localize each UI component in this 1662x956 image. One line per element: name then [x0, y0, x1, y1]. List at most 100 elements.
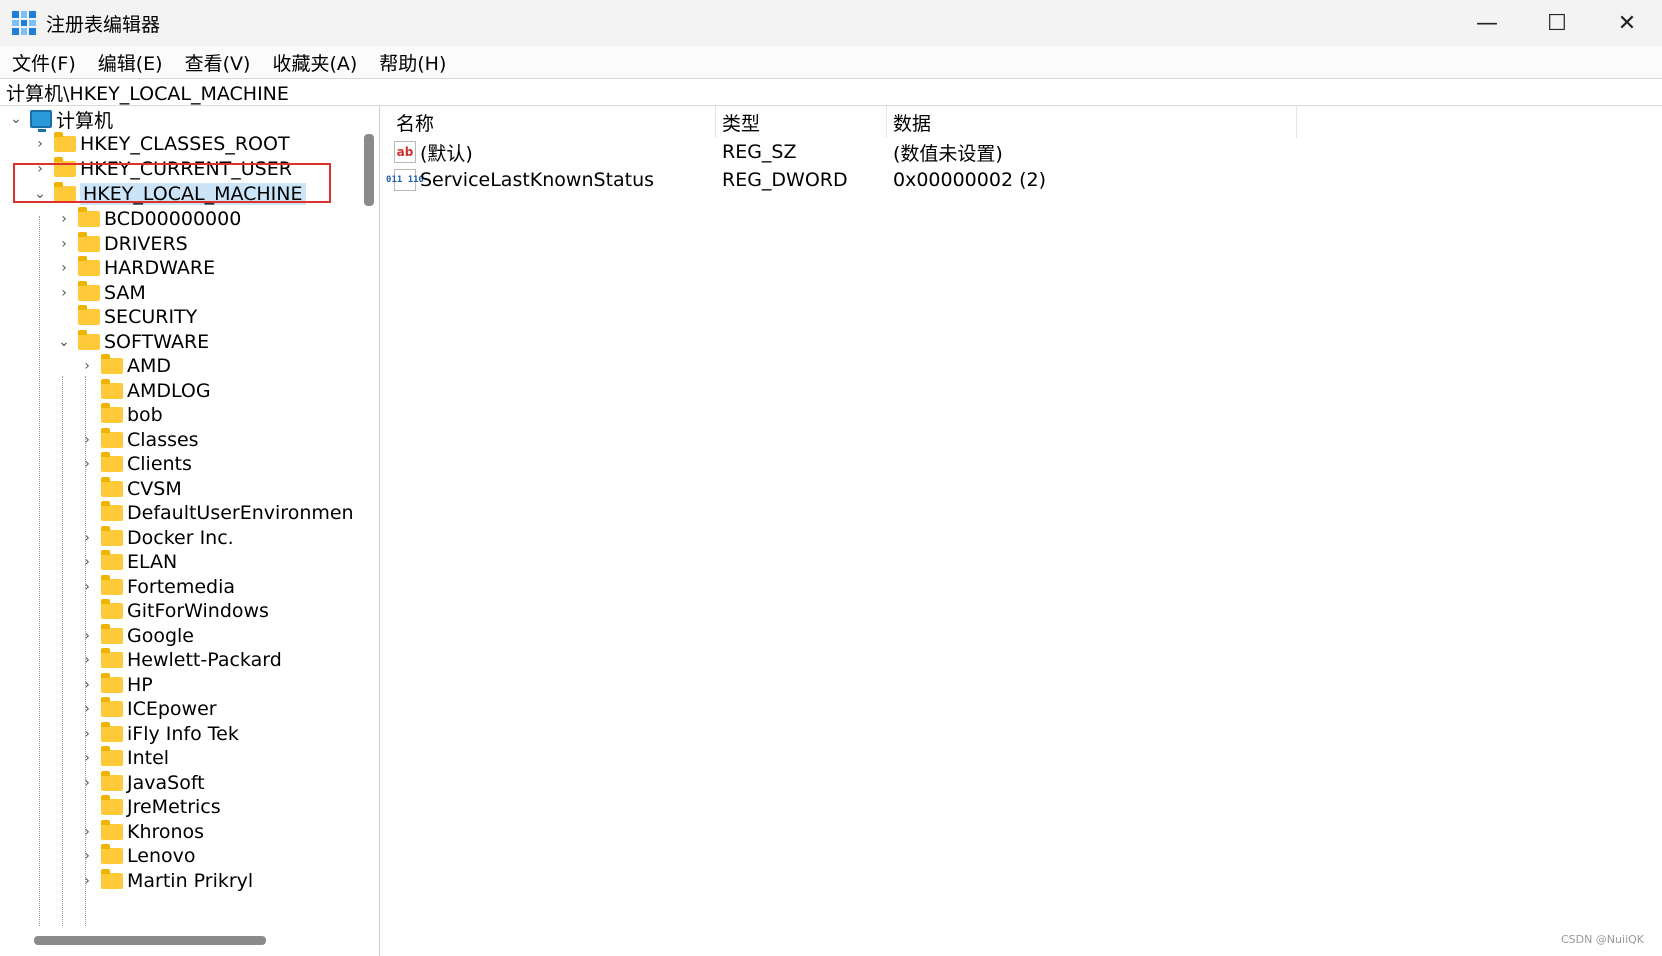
- chevron-right-icon[interactable]: ›: [79, 456, 95, 472]
- chevron-right-icon[interactable]: ›: [79, 726, 95, 742]
- chevron-right-icon[interactable]: ›: [79, 701, 95, 717]
- tree-node[interactable]: › Classes: [79, 427, 199, 453]
- tree-node[interactable]: › Khronos: [79, 819, 204, 845]
- chevron-right-icon[interactable]: ›: [79, 873, 95, 889]
- list-header: 名称 类型 数据: [390, 106, 1297, 138]
- close-button[interactable]: ✕: [1592, 0, 1662, 46]
- folder-icon: [101, 746, 123, 766]
- tree-node[interactable]: › Docker Inc.: [79, 525, 234, 551]
- tree-node[interactable]: ⌄ SOFTWARE: [56, 329, 209, 355]
- tree-node[interactable]: › Google: [79, 623, 194, 649]
- folder-icon: [101, 354, 123, 374]
- menu-file[interactable]: 文件(F): [12, 49, 76, 76]
- tree-label: Lenovo: [127, 845, 196, 867]
- tree-label: AMDLOG: [127, 379, 211, 402]
- tree-node[interactable]: › Lenovo: [79, 843, 195, 869]
- address-bar[interactable]: 计算机\HKEY_LOCAL_MACHINE: [0, 78, 1662, 106]
- chevron-down-icon[interactable]: ⌄: [56, 334, 72, 350]
- chevron-right-icon[interactable]: ›: [79, 848, 95, 864]
- tree-node[interactable]: › AMD: [79, 353, 171, 379]
- folder-icon: [78, 207, 100, 227]
- tree-node[interactable]: CVSM: [79, 476, 182, 502]
- address-path[interactable]: 计算机\HKEY_LOCAL_MACHINE: [6, 79, 289, 106]
- tree-node-hkey-classes-root[interactable]: › HKEY_CLASSES_ROOT: [32, 131, 290, 157]
- chevron-right-icon[interactable]: ›: [79, 554, 95, 570]
- maximize-button[interactable]: ☐: [1522, 0, 1592, 46]
- value-row[interactable]: 011 110 ServiceLastKnownStatus REG_DWORD…: [386, 166, 1297, 194]
- menu-view[interactable]: 查看(V): [185, 49, 251, 76]
- folder-icon: [101, 574, 123, 595]
- tree-node[interactable]: JreMetrics: [79, 794, 221, 820]
- scrollbar-thumb[interactable]: [364, 134, 374, 206]
- column-header-data[interactable]: 数据: [887, 106, 1297, 138]
- chevron-right-icon[interactable]: ›: [79, 432, 95, 448]
- menu-favorites[interactable]: 收藏夹(A): [272, 49, 357, 76]
- tree-node[interactable]: SECURITY: [56, 304, 197, 330]
- tree-label: bob: [127, 404, 163, 426]
- chevron-right-icon[interactable]: ›: [56, 260, 72, 276]
- tree-node[interactable]: › Hewlett-Packard: [79, 647, 282, 673]
- tree-node[interactable]: › ICEpower: [79, 696, 217, 722]
- folder-icon: [101, 525, 123, 546]
- tree-node[interactable]: › Martin Prikryl: [79, 868, 253, 894]
- column-header-type[interactable]: 类型: [716, 106, 887, 138]
- tree-label: SECURITY: [104, 306, 198, 328]
- tree-node[interactable]: bob: [79, 402, 163, 428]
- value-type: REG_DWORD: [722, 169, 848, 191]
- folder-icon: [101, 648, 123, 668]
- tree-node[interactable]: › HP: [79, 672, 153, 698]
- tree-node[interactable]: › BCD00000000: [56, 206, 241, 232]
- chevron-right-icon[interactable]: ›: [56, 236, 72, 252]
- tree-label: JreMetrics: [127, 796, 221, 818]
- chevron-right-icon[interactable]: ›: [79, 628, 95, 644]
- tree-node[interactable]: › Clients: [79, 451, 192, 477]
- tree-label: HARDWARE: [104, 257, 216, 279]
- tree-node[interactable]: DefaultUserEnvironment: [79, 500, 354, 526]
- tree-node[interactable]: › iFly Info Tek: [79, 721, 239, 747]
- chevron-right-icon[interactable]: ›: [79, 652, 95, 668]
- binary-value-icon: 011 110: [386, 169, 424, 191]
- folder-icon: [78, 256, 100, 276]
- minimize-button[interactable]: —: [1452, 0, 1522, 46]
- column-header-name[interactable]: 名称: [390, 106, 716, 138]
- tree-node[interactable]: › DRIVERS: [56, 231, 188, 257]
- chevron-right-icon[interactable]: ›: [79, 358, 95, 374]
- chevron-right-icon[interactable]: ›: [79, 750, 95, 766]
- tree-node[interactable]: › ELAN: [79, 549, 177, 575]
- tree-vertical-scrollbar[interactable]: [364, 112, 374, 906]
- tree-node[interactable]: GitForWindows: [79, 598, 269, 624]
- chevron-right-icon[interactable]: ›: [79, 775, 95, 791]
- values-pane: 名称 类型 数据 ab (默认) REG_SZ (数值未设置) 011 110 …: [386, 106, 1662, 956]
- menu-edit[interactable]: 编辑(E): [98, 49, 163, 76]
- tree-label: SAM: [104, 281, 146, 304]
- tree-label: Fortemedia: [127, 575, 236, 598]
- chevron-right-icon[interactable]: ›: [79, 530, 95, 546]
- tree-node[interactable]: › HARDWARE: [56, 255, 215, 281]
- scrollbar-thumb[interactable]: [34, 936, 266, 945]
- tree-label: BCD00000000: [104, 208, 242, 230]
- value-row[interactable]: ab (默认) REG_SZ (数值未设置): [390, 138, 1297, 166]
- chevron-right-icon[interactable]: ›: [79, 677, 95, 693]
- tree-node[interactable]: › SAM: [56, 280, 146, 306]
- folder-icon: [101, 672, 123, 693]
- tree-guide-line: [39, 216, 40, 926]
- tree-node[interactable]: › Intel: [79, 745, 169, 771]
- chevron-right-icon[interactable]: ›: [56, 211, 72, 227]
- value-data: 0x00000002 (2): [893, 169, 1046, 191]
- chevron-right-icon[interactable]: ›: [56, 285, 72, 301]
- menu-help[interactable]: 帮助(H): [379, 49, 446, 76]
- tree-node[interactable]: AMDLOG: [79, 378, 211, 404]
- folder-icon: [101, 378, 123, 399]
- tree-node-computer[interactable]: ⌄ 计算机: [8, 106, 113, 132]
- tree-label: Google: [127, 624, 195, 647]
- folder-icon: [101, 795, 123, 815]
- tree-horizontal-scrollbar[interactable]: [8, 934, 358, 946]
- chevron-right-icon[interactable]: ›: [32, 136, 48, 152]
- tree-node[interactable]: › JavaSoft: [79, 770, 205, 796]
- chevron-right-icon[interactable]: ›: [79, 824, 95, 840]
- chevron-right-icon[interactable]: ›: [79, 579, 95, 595]
- chevron-down-icon[interactable]: ⌄: [8, 111, 24, 127]
- tree-node[interactable]: › Fortemedia: [79, 574, 235, 600]
